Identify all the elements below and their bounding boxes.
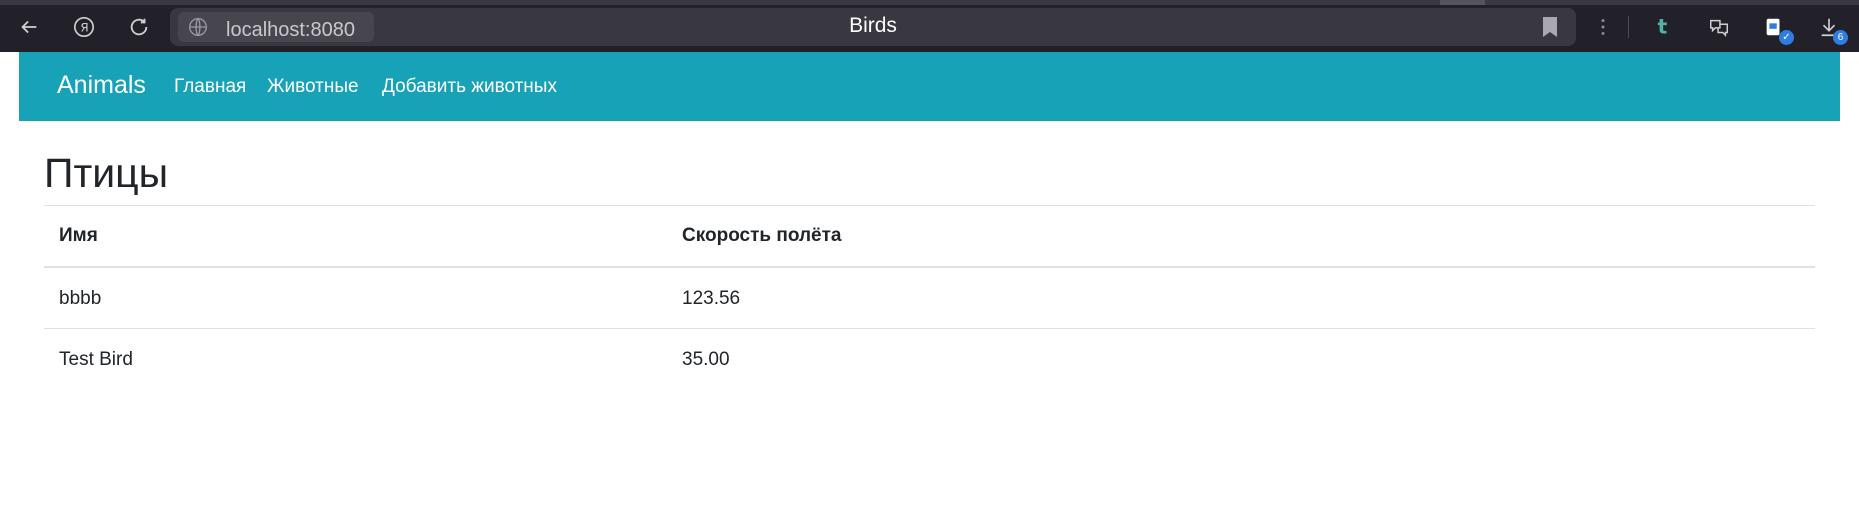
bookmark-icon[interactable] bbox=[1540, 16, 1560, 38]
cell-flight-speed: 35.00 bbox=[682, 349, 730, 370]
back-arrow-icon[interactable] bbox=[12, 10, 46, 44]
column-header-name: Имя bbox=[59, 225, 98, 246]
browser-toolbar: Я localhost:8080 Birds t ✓ 6 bbox=[0, 0, 1859, 52]
tumblr-icon[interactable]: t bbox=[1647, 10, 1681, 44]
svg-text:Я: Я bbox=[80, 21, 88, 35]
tab-title: Birds bbox=[849, 14, 897, 37]
svg-text:t: t bbox=[1658, 16, 1668, 38]
cell-flight-speed: 123.56 bbox=[682, 288, 741, 309]
tab-strip bbox=[0, 0, 1859, 5]
extension-icon[interactable]: ✓ bbox=[1757, 10, 1794, 45]
nav-link-animals[interactable]: Животные bbox=[267, 76, 359, 98]
downloads-count-badge: 6 bbox=[1833, 30, 1848, 45]
table-header-border bbox=[44, 266, 1815, 268]
nav-link-add-animals[interactable]: Добавить животных bbox=[382, 76, 557, 98]
active-tab-indicator bbox=[1440, 0, 1485, 5]
extension-check-badge: ✓ bbox=[1779, 30, 1794, 45]
download-icon[interactable]: 6 bbox=[1812, 10, 1848, 45]
yandex-icon[interactable]: Я bbox=[67, 10, 101, 44]
table-top-border bbox=[44, 205, 1815, 206]
nav-link-home[interactable]: Главная bbox=[174, 76, 246, 98]
menu-dots-icon[interactable] bbox=[1586, 10, 1620, 44]
reload-icon[interactable] bbox=[122, 10, 156, 44]
toolbar-separator bbox=[1628, 16, 1629, 38]
site-navbar: Animals Главная Животные Добавить животн… bbox=[19, 52, 1840, 121]
cell-name: Test Bird bbox=[59, 349, 133, 370]
page-title: Птицы bbox=[44, 150, 169, 196]
row-divider bbox=[44, 328, 1815, 329]
translate-icon[interactable] bbox=[1702, 10, 1736, 44]
address-bar[interactable]: localhost:8080 Birds bbox=[170, 8, 1576, 46]
column-header-flight-speed: Скорость полёта bbox=[682, 225, 842, 246]
cell-name: bbbb bbox=[59, 288, 102, 309]
navbar-brand[interactable]: Animals bbox=[57, 71, 146, 100]
